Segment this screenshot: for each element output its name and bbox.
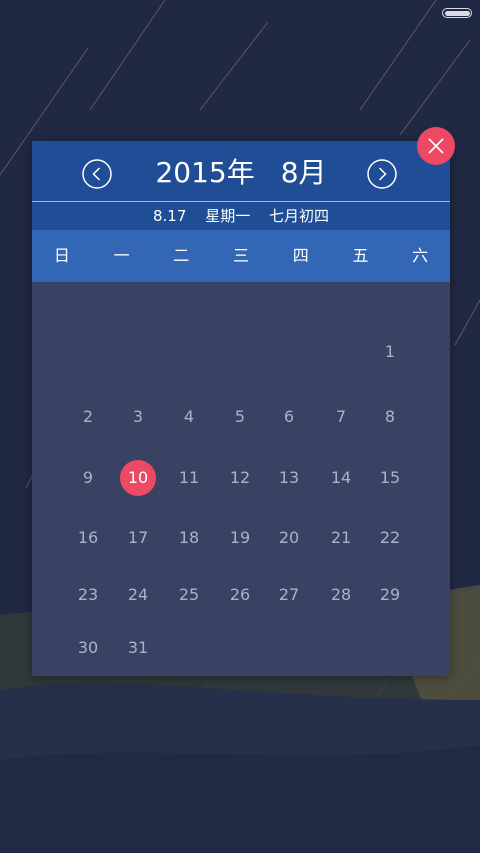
day-number: 7	[335, 407, 347, 426]
day-number: 3	[132, 407, 144, 426]
day-number: 22	[379, 528, 401, 547]
calendar-card: 2015年 8月 8.17 星期一 七月初四 日一二三四五六 1234567891…	[32, 141, 450, 676]
weekday-label: 一	[113, 246, 130, 265]
day-number: 5	[234, 407, 246, 426]
day-cell[interactable]: 3	[113, 397, 163, 437]
day-cell[interactable]: 17	[113, 518, 163, 558]
date-info-bar: 8.17 星期一 七月初四	[32, 202, 450, 230]
day-number: 21	[330, 528, 352, 547]
day-cell[interactable]: 21	[316, 518, 366, 558]
day-number: 25	[178, 585, 200, 604]
day-number: 26	[229, 585, 251, 604]
weekday-label: 五	[352, 246, 369, 265]
day-cell[interactable]: 5	[215, 397, 265, 437]
day-cell[interactable]: 29	[365, 575, 415, 615]
day-cell[interactable]: 8	[365, 397, 415, 437]
day-number: 17	[127, 528, 149, 547]
day-number: 2	[82, 407, 94, 426]
day-number: 14	[330, 468, 352, 487]
day-cell[interactable]: 12	[215, 458, 265, 498]
day-number: 20	[278, 528, 300, 547]
day-cell[interactable]: 1	[365, 332, 415, 372]
day-number: 24	[127, 585, 149, 604]
day-cell[interactable]: 19	[215, 518, 265, 558]
day-number: 23	[77, 585, 99, 604]
day-cell[interactable]: 14	[316, 458, 366, 498]
day-cell[interactable]: 24	[113, 575, 163, 615]
day-number: 28	[330, 585, 352, 604]
day-number: 4	[183, 407, 195, 426]
day-cell[interactable]: 23	[63, 575, 113, 615]
day-number: 31	[127, 638, 149, 657]
day-number: 11	[178, 468, 200, 487]
year-label: 2015年	[155, 156, 255, 189]
day-cell[interactable]: 11	[164, 458, 214, 498]
day-cell[interactable]: 22	[365, 518, 415, 558]
day-cell[interactable]: 9	[63, 458, 113, 498]
battery-icon	[442, 8, 472, 18]
day-cell[interactable]: 18	[164, 518, 214, 558]
weekday-header-row: 日一二三四五六	[32, 230, 450, 282]
day-number: 12	[229, 468, 251, 487]
day-cell[interactable]: 7	[316, 397, 366, 437]
day-number: 19	[229, 528, 251, 547]
day-cell[interactable]: 13	[264, 458, 314, 498]
weekday-label: 六	[412, 246, 429, 265]
calendar-header: 2015年 8月	[32, 141, 450, 201]
month-label: 8月	[280, 156, 327, 189]
weekday-label: 四	[292, 246, 309, 265]
day-cell[interactable]: 28	[316, 575, 366, 615]
day-number: 1	[384, 342, 396, 361]
day-number: 8	[384, 407, 396, 426]
day-number: 9	[82, 468, 94, 487]
day-cell[interactable]: 26	[215, 575, 265, 615]
day-number: 27	[278, 585, 300, 604]
day-cell[interactable]: 4	[164, 397, 214, 437]
day-cell[interactable]: 20	[264, 518, 314, 558]
day-cell[interactable]: 27	[264, 575, 314, 615]
day-number: 6	[283, 407, 295, 426]
day-cell[interactable]: 25	[164, 575, 214, 615]
day-number: 30	[77, 638, 99, 657]
day-cell[interactable]: 30	[63, 628, 113, 668]
day-number: 29	[379, 585, 401, 604]
lunar-date: 七月初四	[268, 207, 329, 225]
day-grid: 1 2 3 4 5 6 7 8 9 10 11 12 13 14 15 16 17 18 19 20 21 22 23 24 2…	[32, 282, 450, 676]
day-cell[interactable]: 2	[63, 397, 113, 437]
day-cell-selected[interactable]: 10	[113, 458, 163, 498]
chevron-right-circle-icon[interactable]	[367, 159, 397, 189]
day-number: 13	[278, 468, 300, 487]
weekday-label: 三	[233, 246, 250, 265]
battery-level	[444, 10, 470, 16]
weekday-name: 星期一	[205, 207, 251, 225]
day-number: 15	[379, 468, 401, 487]
day-cell[interactable]: 15	[365, 458, 415, 498]
close-icon	[428, 138, 444, 154]
day-cell[interactable]: 6	[264, 397, 314, 437]
weekday-label: 日	[53, 246, 70, 265]
day-cell[interactable]: 16	[63, 518, 113, 558]
day-number: 18	[178, 528, 200, 547]
close-button[interactable]	[417, 127, 455, 165]
day-number: 10	[127, 468, 149, 487]
day-number: 16	[77, 528, 99, 547]
date-short: 8.17	[153, 207, 187, 225]
weekday-label: 二	[173, 246, 190, 265]
day-cell[interactable]: 31	[113, 628, 163, 668]
